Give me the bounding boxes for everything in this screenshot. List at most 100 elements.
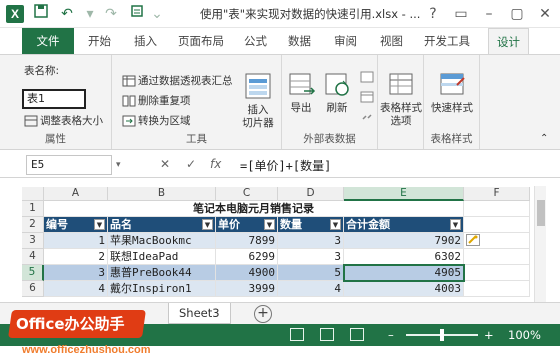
- collapse-ribbon-icon[interactable]: ⌃: [540, 133, 548, 144]
- table-cell[interactable]: 4003: [344, 281, 464, 297]
- row-header-3[interactable]: 3: [22, 233, 44, 249]
- tab-file[interactable]: 文件: [22, 28, 74, 54]
- row-header-1[interactable]: 1: [22, 201, 44, 217]
- unlink-icon[interactable]: [360, 111, 374, 123]
- tab-formulas[interactable]: 公式: [236, 28, 275, 54]
- filter-dropdown-icon[interactable]: ▼: [264, 219, 275, 230]
- zoom-in-button[interactable]: +: [484, 328, 494, 342]
- column-header-c[interactable]: C: [216, 187, 278, 201]
- cell-f1[interactable]: [464, 201, 530, 217]
- table-cell[interactable]: 3: [44, 265, 108, 281]
- filter-dropdown-icon[interactable]: ▼: [94, 219, 105, 230]
- zoom-level[interactable]: 100%: [508, 328, 541, 342]
- autocorrect-options-icon[interactable]: [466, 234, 480, 246]
- table-cell[interactable]: 4900: [216, 265, 278, 281]
- table-cell[interactable]: 苹果MacBookmc: [108, 233, 216, 249]
- table-cell[interactable]: 3: [278, 249, 344, 265]
- open-in-browser-icon[interactable]: [360, 91, 374, 103]
- table-cell[interactable]: 5: [278, 265, 344, 281]
- maximize-button[interactable]: ▢: [504, 2, 530, 26]
- table-style-options-button[interactable]: 表格样式 选项: [378, 69, 424, 128]
- normal-view-icon[interactable]: [290, 328, 304, 341]
- tab-design[interactable]: 设计: [488, 28, 529, 54]
- undo-icon[interactable]: ↶: [56, 4, 78, 24]
- vertical-scrollbar[interactable]: [534, 186, 546, 304]
- tab-page-layout[interactable]: 页面布局: [170, 28, 232, 54]
- redo-icon[interactable]: ↷: [100, 4, 122, 24]
- table-cell[interactable]: 联想IdeaPad: [108, 249, 216, 265]
- table-cell[interactable]: 7899: [216, 233, 278, 249]
- table-header-cell[interactable]: 品名 ▼: [108, 217, 216, 233]
- table-header-cell[interactable]: 数量 ▼: [278, 217, 344, 233]
- filter-dropdown-icon[interactable]: ▼: [202, 219, 213, 230]
- cancel-icon[interactable]: ✕: [160, 157, 170, 171]
- tab-data[interactable]: 数据: [280, 28, 319, 54]
- quick-styles-button[interactable]: 快速样式: [426, 69, 478, 115]
- zoom-slider-handle[interactable]: [440, 329, 444, 341]
- insert-slicer-button[interactable]: 插入 切片器: [238, 71, 278, 130]
- ribbon-display-button[interactable]: ▭: [448, 2, 474, 26]
- insert-function-icon[interactable]: fx: [210, 157, 221, 171]
- properties-icon[interactable]: [360, 71, 374, 83]
- table-cell[interactable]: 2: [44, 249, 108, 265]
- undo-dropdown-icon[interactable]: ▾: [82, 4, 98, 24]
- export-button[interactable]: 导出: [284, 69, 318, 115]
- convert-to-range-button[interactable]: 转换为区域: [138, 113, 191, 128]
- refresh-button[interactable]: 刷新: [320, 69, 354, 115]
- name-box-dropdown-icon[interactable]: ▾: [116, 160, 121, 170]
- page-layout-view-icon[interactable]: [320, 328, 334, 341]
- column-header-a[interactable]: A: [44, 187, 108, 201]
- table-cell[interactable]: 6302: [344, 249, 464, 265]
- table-cell[interactable]: 戴尔Inspiron1: [108, 281, 216, 297]
- tab-insert[interactable]: 插入: [126, 28, 165, 54]
- tab-developer[interactable]: 开发工具: [416, 28, 478, 54]
- cell-f4[interactable]: [464, 249, 530, 265]
- filter-dropdown-icon[interactable]: ▼: [450, 219, 461, 230]
- tab-home[interactable]: 开始: [80, 28, 119, 54]
- add-sheet-button[interactable]: +: [254, 305, 272, 323]
- table-cell[interactable]: 6299: [216, 249, 278, 265]
- table-header-cell[interactable]: 单价 ▼: [216, 217, 278, 233]
- name-box[interactable]: E5: [26, 155, 112, 175]
- table-header-cell[interactable]: 合计金额 ▼: [344, 217, 464, 233]
- sheet-tab-sheet3[interactable]: Sheet3: [168, 303, 231, 324]
- row-header-4[interactable]: 4: [22, 249, 44, 265]
- formula-input[interactable]: =[单价]+[数量]: [240, 157, 331, 174]
- tab-view[interactable]: 视图: [372, 28, 411, 54]
- save-icon[interactable]: [30, 4, 52, 24]
- table-cell[interactable]: 4: [278, 281, 344, 297]
- quick-access-dropdown-icon[interactable]: ⌄: [150, 4, 164, 24]
- table-cell[interactable]: 惠普PreBook44: [108, 265, 216, 281]
- table-cell[interactable]: 3999: [216, 281, 278, 297]
- customize-icon[interactable]: [126, 4, 148, 24]
- table-cell[interactable]: 1: [44, 233, 108, 249]
- row-header-6[interactable]: 6: [22, 281, 44, 297]
- column-header-f[interactable]: F: [464, 187, 530, 201]
- scrollbar-thumb[interactable]: [537, 200, 545, 226]
- cell-f5[interactable]: [464, 265, 530, 281]
- remove-duplicates-button[interactable]: 删除重复项: [138, 93, 191, 108]
- row-header-2[interactable]: 2: [22, 217, 44, 233]
- help-button[interactable]: ?: [420, 2, 446, 26]
- select-all-corner[interactable]: [22, 187, 44, 201]
- zoom-out-button[interactable]: –: [388, 328, 394, 342]
- table-cell[interactable]: 4: [44, 281, 108, 297]
- minimize-button[interactable]: –: [476, 2, 502, 26]
- enter-icon[interactable]: ✓: [186, 157, 196, 171]
- filter-dropdown-icon[interactable]: ▼: [330, 219, 341, 230]
- table-header-cell[interactable]: 编号 ▼: [44, 217, 108, 233]
- row-header-5[interactable]: 5: [22, 265, 44, 281]
- page-break-view-icon[interactable]: [350, 328, 364, 341]
- resize-table-button[interactable]: 调整表格大小: [40, 113, 103, 128]
- close-button[interactable]: ✕: [532, 2, 558, 26]
- column-header-b[interactable]: B: [108, 187, 216, 201]
- table-cell[interactable]: 7902: [344, 233, 464, 249]
- summarize-pivot-button[interactable]: 通过数据透视表汇总: [138, 73, 233, 88]
- cell-f2[interactable]: [464, 217, 530, 233]
- tab-review[interactable]: 审阅: [326, 28, 365, 54]
- table-name-input[interactable]: 表1: [22, 89, 86, 109]
- cell-f6[interactable]: [464, 281, 530, 297]
- column-header-d[interactable]: D: [278, 187, 344, 201]
- table-cell[interactable]: 3: [278, 233, 344, 249]
- table-title-cell[interactable]: 笔记本电脑元月销售记录: [44, 201, 464, 217]
